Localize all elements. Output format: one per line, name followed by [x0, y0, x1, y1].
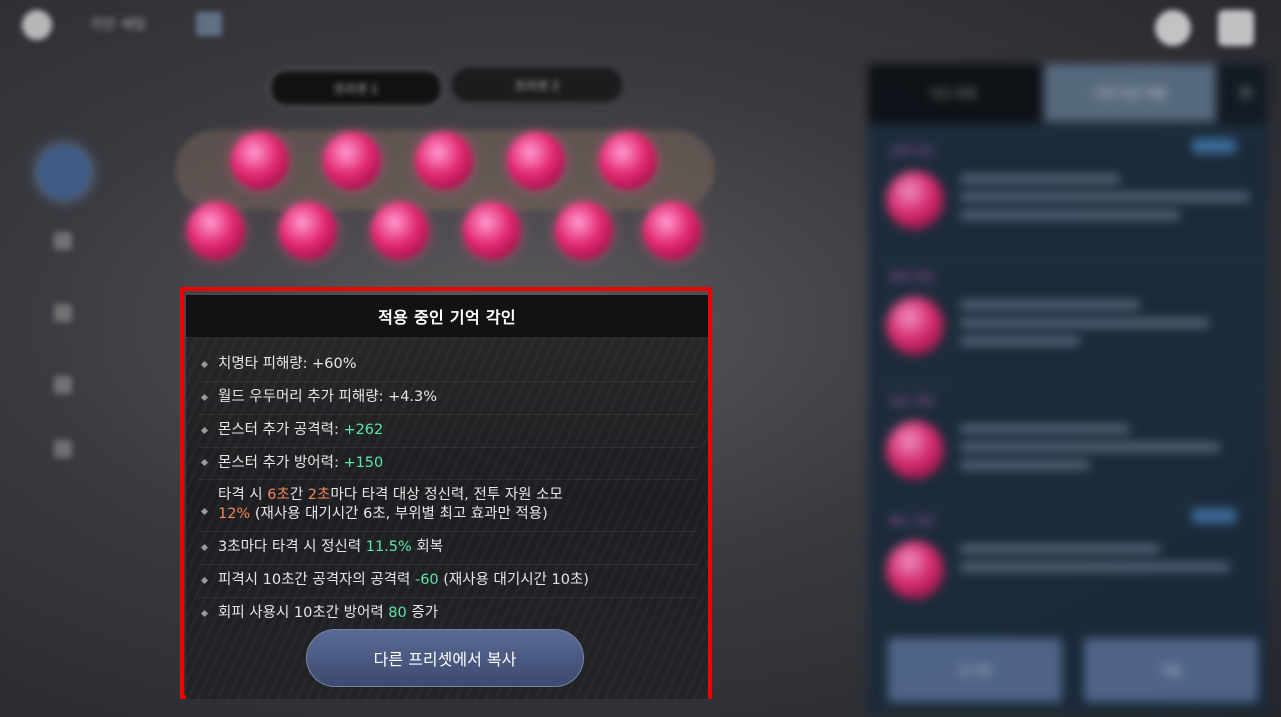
- effect-text: 3초마다 타격 시 정신력: [218, 539, 366, 556]
- gem-icon: [886, 297, 944, 355]
- effect-monster-attack: 몬스터 추가 공격력: +262: [198, 415, 698, 448]
- card-text-line: [960, 425, 1130, 433]
- effect-value: +60%: [312, 356, 357, 372]
- effect-world-boss-damage: 월드 우두머리 추가 피해량: +4.3%: [198, 382, 698, 415]
- list-item[interactable]: 특수 각인: [880, 504, 1266, 615]
- tab-memory-engraving[interactable]: 기억 각인 적용: [1044, 64, 1216, 122]
- effect-text: 마다 타격 대상 정신력, 전투 자원 소모: [330, 487, 563, 504]
- effect-text: 간: [289, 487, 308, 504]
- effect-label: 월드 우두머리 추가 피해량:: [218, 388, 389, 405]
- effect-evade-defense: 회피 사용시 10초간 방어력 80 증가: [198, 598, 698, 630]
- bullet-icon: [200, 393, 209, 401]
- card-text-line: [960, 545, 1160, 553]
- effect-spirit-regen: 3초마다 타격 시 정신력 11.5% 회복: [198, 532, 698, 565]
- list-item[interactable]: 방어 각인: [880, 260, 1266, 371]
- card-text-line: [960, 301, 1140, 309]
- card-badge: [1192, 509, 1236, 523]
- effect-text: 피격시 10초간 공격자의 공격력: [218, 571, 415, 588]
- panel-tabs: 각인 목록 기억 각인 적용 ×: [868, 64, 1268, 124]
- effect-text: (재사용 대기시간 10초): [438, 571, 589, 588]
- card-text-line: [960, 193, 1250, 201]
- effect-value: 2초: [307, 487, 331, 504]
- effect-value: +4.3%: [388, 388, 438, 405]
- effect-value: +262: [343, 421, 384, 438]
- copy-from-preset-button[interactable]: 다른 프리셋에서 복사: [306, 629, 584, 687]
- bullet-icon: [200, 543, 209, 552]
- gem-icon: [886, 171, 944, 229]
- card-text-line: [960, 563, 1230, 571]
- effect-text: 타격 시: [218, 487, 268, 504]
- effect-text: 증가: [406, 604, 439, 621]
- effect-label: 몬스터 추가 방어력:: [218, 454, 344, 471]
- card-title: 보조 각인: [890, 395, 934, 408]
- effect-label: 몬스터 추가 공격력:: [218, 421, 344, 438]
- popup-title: 적용 중인 기억 각인: [378, 308, 516, 327]
- bullet-icon: [200, 576, 209, 584]
- reset-button[interactable]: 초기화: [888, 638, 1062, 702]
- gem-icon: [886, 421, 944, 479]
- effect-text: 회복: [411, 539, 444, 556]
- engraving-list-panel: 각인 목록 기억 각인 적용 × 공격 각인 방어 각인 보조 각인 특수 각인…: [868, 64, 1268, 714]
- effect-text: (재사용 대기시간 6초, 부위별 최고 효과만 적용): [250, 506, 548, 523]
- apply-button[interactable]: 적용: [1084, 638, 1258, 702]
- effect-value: 80: [388, 604, 407, 621]
- effect-resource-drain: 타격 시 6초간 2초마다 타격 대상 정신력, 전투 자원 소모 12% (재사…: [198, 480, 698, 533]
- bullet-icon: [200, 360, 209, 368]
- effect-value: -60: [414, 571, 439, 588]
- card-text-line: [960, 337, 1080, 345]
- effect-attacker-debuff: 피격시 10초간 공격자의 공격력 -60 (재사용 대기시간 10초): [198, 565, 698, 598]
- popup-header: 적용 중인 기억 각인: [186, 295, 708, 337]
- card-title: 특수 각인: [890, 515, 934, 528]
- effect-value: +150: [343, 454, 384, 471]
- bullet-icon: [200, 507, 209, 515]
- card-badge: [1192, 139, 1236, 153]
- card-title: 방어 각인: [890, 271, 934, 284]
- close-icon[interactable]: ×: [1234, 80, 1258, 104]
- card-text-line: [960, 443, 1220, 451]
- effect-monster-defense: 몬스터 추가 방어력: +150: [198, 448, 698, 481]
- effect-value: 11.5%: [365, 539, 412, 556]
- list-item[interactable]: 공격 각인: [880, 134, 1266, 245]
- effect-value: 12%: [218, 506, 251, 523]
- effect-value: 6초: [267, 487, 290, 504]
- card-text-line: [960, 461, 1090, 469]
- effect-list: 치명타 피해량: +60% 월드 우두머리 추가 피해량: +4.3% 몬스터 …: [198, 349, 698, 630]
- effect-text: 회피 사용시 10초간 방어력: [218, 604, 389, 621]
- card-title: 공격 각인: [890, 145, 934, 158]
- list-item[interactable]: 보조 각인: [880, 384, 1266, 495]
- effect-crit-damage: 치명타 피해량: +60%: [198, 349, 698, 382]
- bullet-icon: [200, 426, 209, 434]
- bullet-icon: [200, 459, 209, 467]
- card-text-line: [960, 211, 1180, 219]
- card-text-line: [960, 319, 1210, 327]
- effect-label: 치명타 피해량:: [218, 356, 313, 372]
- tab-engraving-list[interactable]: 각인 목록: [868, 64, 1038, 122]
- gem-icon: [886, 541, 944, 599]
- active-memory-engraving-popup: 적용 중인 기억 각인 치명타 피해량: +60% 월드 우두머리 추가 피해량…: [186, 295, 708, 699]
- bullet-icon: [200, 609, 209, 617]
- card-text-line: [960, 175, 1120, 183]
